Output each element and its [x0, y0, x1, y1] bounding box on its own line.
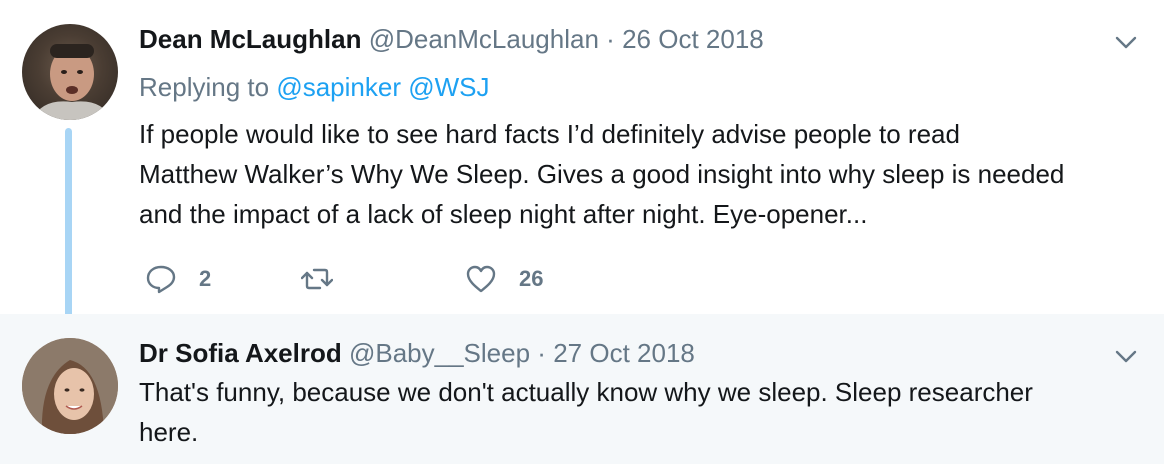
- chevron-down-icon[interactable]: [1114, 344, 1138, 368]
- like-button[interactable]: 26: [465, 259, 543, 299]
- thread-connector-line: [65, 128, 72, 330]
- tweet-text-line: Matthew Walker’s Why We Sleep. Gives a g…: [139, 159, 1065, 189]
- tweet-text-line: and the impact of a lack of sleep night …: [139, 199, 868, 229]
- tweet-sofia[interactable]: Dr Sofia Axelrod @Baby__Sleep · 27 Oct 2…: [0, 314, 1164, 464]
- avatar[interactable]: [22, 24, 118, 120]
- author-name[interactable]: Dean McLaughlan: [139, 24, 361, 54]
- replying-label: Replying to: [139, 72, 270, 102]
- tweet-dean[interactable]: Dean McLaughlan @DeanMcLaughlan · 26 Oct…: [0, 0, 1164, 314]
- tweet-header: Dr Sofia Axelrod @Baby__Sleep · 27 Oct 2…: [139, 338, 695, 369]
- tweet-text-line: here.: [139, 417, 199, 447]
- mention-link[interactable]: @WSJ: [408, 72, 489, 102]
- reply-icon: [146, 265, 176, 294]
- tweet-text-line: That's funny, because we don't actually …: [139, 377, 1033, 407]
- retweet-button[interactable]: [301, 259, 333, 299]
- tweet-text-line: If people would like to see hard facts I…: [139, 119, 960, 149]
- reply-count: 2: [199, 266, 212, 291]
- author-name[interactable]: Dr Sofia Axelrod: [139, 338, 342, 368]
- separator-dot: ·: [606, 24, 615, 54]
- avatar[interactable]: [22, 338, 118, 434]
- chevron-down-icon[interactable]: [1114, 30, 1138, 54]
- tweet-text: If people would like to see hard facts I…: [139, 114, 1149, 234]
- retweet-icon: [301, 268, 333, 290]
- tweet-header: Dean McLaughlan @DeanMcLaughlan · 26 Oct…: [139, 24, 764, 55]
- tweet-date[interactable]: 26 Oct 2018: [622, 24, 764, 54]
- like-icon: [466, 265, 496, 293]
- author-handle[interactable]: @Baby__Sleep: [349, 338, 530, 368]
- author-handle[interactable]: @DeanMcLaughlan: [369, 24, 599, 54]
- mention-link[interactable]: @sapinker: [276, 72, 401, 102]
- reply-button[interactable]: 2: [145, 259, 211, 299]
- separator-dot: ·: [537, 338, 546, 368]
- tweet-date[interactable]: 27 Oct 2018: [553, 338, 695, 368]
- tweet-text: That's funny, because we don't actually …: [139, 372, 1139, 452]
- like-count: 26: [519, 266, 544, 291]
- replying-to: Replying to @sapinker @WSJ: [139, 72, 490, 103]
